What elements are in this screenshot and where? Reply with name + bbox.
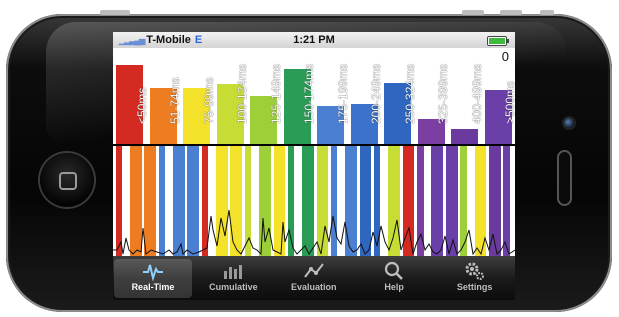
status-bar: ▁▂▃▄▅ T-Mobile E 1:21 PM	[113, 32, 515, 48]
gears-icon	[436, 261, 514, 283]
tab-bar: Real-Time Cumulative Evaluation Help Setting…	[113, 256, 515, 300]
tab-label: Settings	[456, 282, 493, 292]
latency-waveform	[113, 209, 515, 256]
tab-help[interactable]: Help	[355, 259, 433, 298]
tab-evaluation[interactable]: Evaluation	[275, 259, 353, 298]
search-icon	[355, 261, 433, 283]
histogram-bar: <50ms	[116, 65, 149, 144]
histogram-bar: 51-74ms	[149, 77, 182, 144]
histogram-bar-label: 200-249ms	[369, 63, 383, 124]
histogram-bar-label: 75-99ms	[201, 77, 216, 124]
histogram-bar-label: 325-399ms	[436, 63, 450, 124]
histogram-bar: 175-199ms	[317, 64, 350, 144]
histogram-bar: 100-124ms	[216, 64, 249, 144]
tab-real-time[interactable]: Real-Time	[114, 259, 192, 298]
sample-counter: 0	[501, 49, 509, 64]
histogram-bar-label: <50ms	[134, 87, 149, 124]
histogram-bar: 150-174ms	[283, 64, 316, 144]
tab-cumulative[interactable]: Cumulative	[194, 259, 272, 298]
histogram-bar-label: >500ms	[503, 80, 515, 124]
histogram-bar: 125-149ms	[250, 64, 283, 144]
latency-histogram: 0 <50ms 51-74ms 75-99ms 100-124ms 125-149ms 1…	[113, 48, 515, 144]
power-button[interactable]	[100, 10, 130, 15]
volume-button-top[interactable]	[462, 10, 484, 15]
trend-line-icon	[275, 261, 353, 283]
volume-button-bottom[interactable]	[500, 10, 522, 15]
tab-label: Cumulative	[209, 282, 258, 292]
histogram-bar-label: 150-174ms	[302, 63, 316, 124]
histogram-bar-label: 100-124ms	[235, 63, 249, 124]
mute-switch[interactable]	[540, 10, 554, 15]
front-camera	[564, 118, 574, 128]
histogram-bar-label: 175-199ms	[335, 63, 350, 124]
histogram-bar-label: 250-324ms	[402, 63, 417, 124]
bar-chart-icon	[194, 261, 272, 283]
tab-settings[interactable]: Settings	[436, 259, 514, 298]
tab-label: Evaluation	[291, 282, 337, 292]
histogram-bar: 250-324ms	[384, 64, 417, 144]
earpiece-speaker	[559, 152, 570, 204]
histogram-bar-label: 400-499ms	[469, 63, 484, 124]
battery-icon	[487, 36, 509, 46]
histogram-bar: 200-249ms	[350, 64, 383, 144]
histogram-bar: 325-399ms	[417, 64, 450, 144]
tab-label: Real-Time	[131, 282, 175, 292]
histogram-bar: 75-99ms	[183, 77, 216, 144]
histogram-bar-label: 51-74ms	[168, 77, 182, 124]
home-button-icon	[59, 172, 77, 190]
histogram-bar: >500ms	[484, 81, 515, 144]
histogram-bar: 400-499ms	[451, 64, 484, 144]
clock: 1:21 PM	[293, 34, 335, 46]
pulse-icon	[114, 261, 192, 283]
app-screen: ▁▂▃▄▅ T-Mobile E 1:21 PM 0 <50ms 51-74ms 75-…	[113, 32, 515, 300]
home-button[interactable]	[40, 153, 94, 207]
tab-label: Help	[384, 282, 404, 292]
histogram-bar-label: 125-149ms	[268, 63, 283, 124]
